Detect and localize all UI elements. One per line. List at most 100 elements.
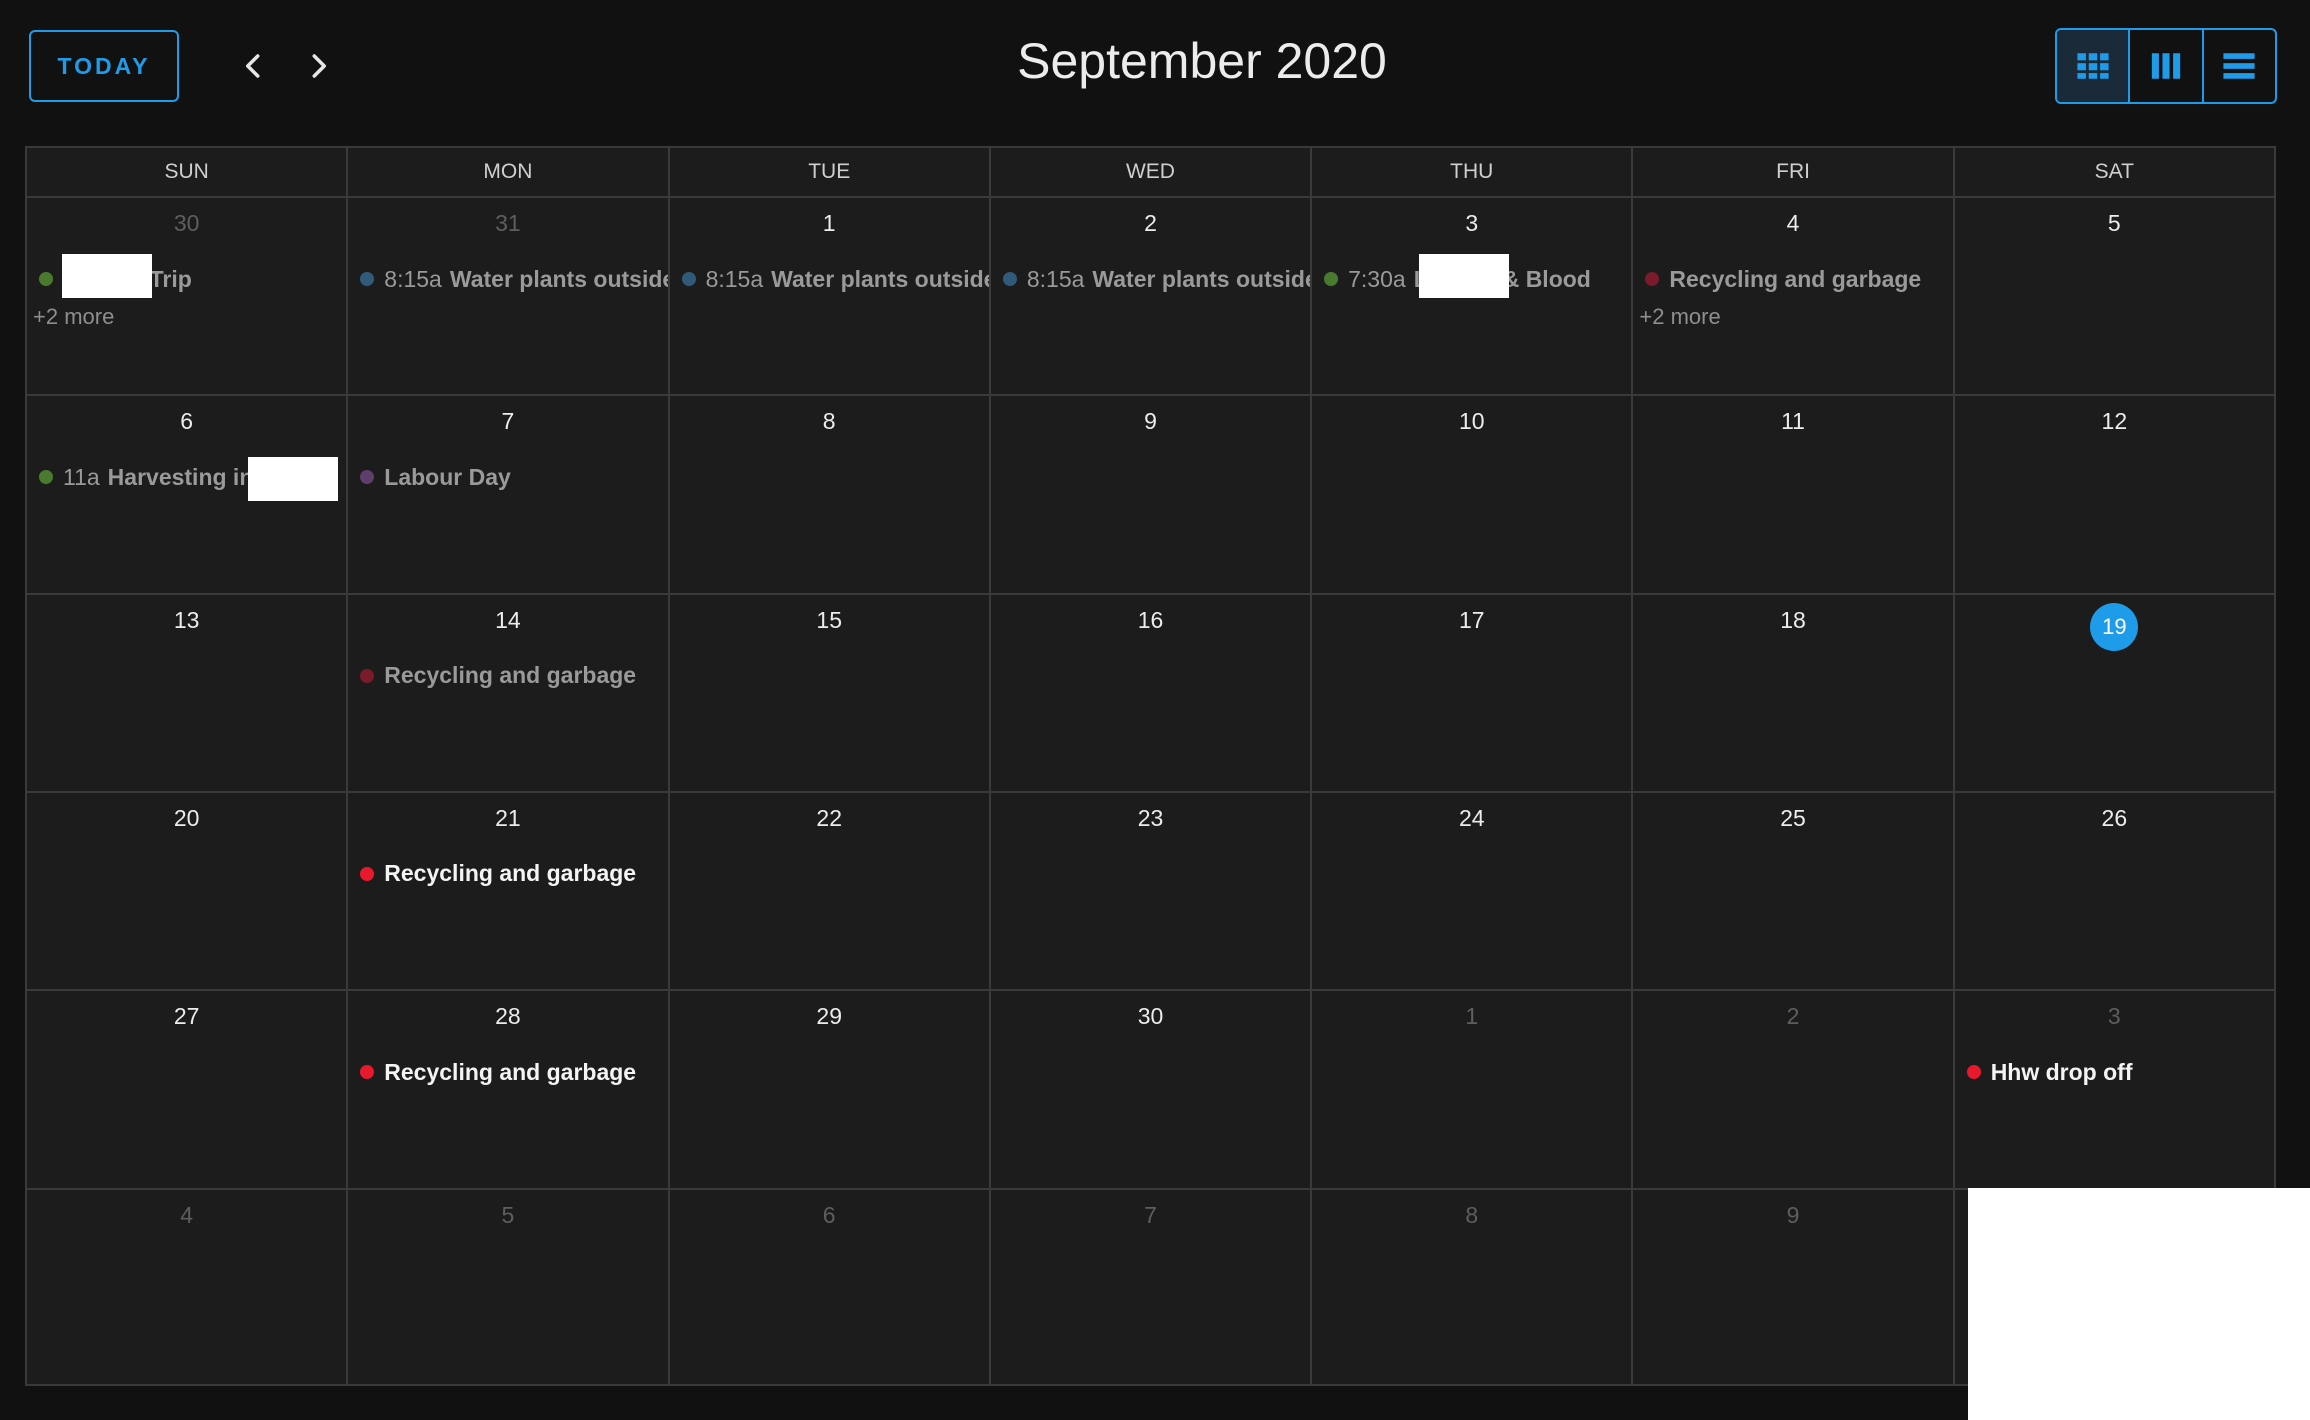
day-cell[interactable]: 17 — [1312, 594, 1634, 791]
day-number[interactable]: 21 — [348, 805, 667, 832]
day-cell[interactable]: 29 — [670, 991, 991, 1188]
day-number[interactable]: 9 — [991, 408, 1310, 435]
day-cell[interactable]: 24 — [1312, 792, 1634, 990]
day-cell[interactable]: 22 — [670, 792, 991, 990]
day-number[interactable]: 30 — [27, 210, 346, 237]
day-cell[interactable]: 10 — [1312, 396, 1634, 593]
day-number[interactable]: 13 — [27, 607, 346, 634]
day-number[interactable]: 22 — [670, 805, 989, 832]
day-cell[interactable]: 19 — [1955, 595, 2274, 791]
day-cell[interactable]: 8 — [1312, 1189, 1634, 1386]
more-events-link[interactable]: +2 more — [1639, 304, 1720, 330]
day-cell[interactable]: 4 Recycling and garbage +2 more — [1633, 198, 1955, 395]
day-number[interactable]: 18 — [1633, 607, 1952, 634]
day-cell[interactable]: 7 Labour Day — [348, 396, 670, 593]
event-color-dot-icon — [39, 470, 53, 485]
day-cell[interactable]: 2 8:15a Water plants outside — [991, 198, 1313, 395]
calendar-event[interactable]: Labour Day — [356, 460, 667, 494]
day-number[interactable]: 17 — [1312, 607, 1631, 634]
day-cell[interactable]: 1 — [1312, 991, 1634, 1188]
day-cell[interactable]: 5 — [1955, 198, 2274, 394]
day-number[interactable]: 31 — [348, 210, 667, 237]
day-cell[interactable]: 8 — [670, 396, 991, 593]
day-number[interactable]: 4 — [27, 1202, 346, 1229]
day-cell[interactable]: 21 Recycling and garbage — [348, 792, 670, 990]
day-number[interactable]: 12 — [1955, 408, 2274, 435]
today-date-badge[interactable]: 19 — [2090, 602, 2139, 651]
day-cell[interactable]: 6 — [670, 1189, 991, 1386]
day-number[interactable]: 1 — [1312, 1003, 1631, 1030]
day-number[interactable]: 15 — [670, 607, 989, 634]
day-cell[interactable]: 1 8:15a Water plants outside — [670, 198, 991, 395]
calendar-event[interactable]: 8:15a Water plants outside — [678, 262, 989, 296]
day-cell[interactable]: 5 — [348, 1189, 670, 1386]
day-number[interactable]: 16 — [991, 607, 1310, 634]
day-number[interactable]: 10 — [1312, 408, 1631, 435]
prev-month-button[interactable] — [228, 40, 280, 92]
day-cell[interactable]: 18 — [1633, 594, 1955, 791]
calendar-event[interactable]: Recycling and garbage — [356, 659, 667, 693]
day-number[interactable]: 3 — [1955, 1003, 2274, 1030]
day-cell[interactable]: 9 — [1633, 1189, 1955, 1386]
day-cell[interactable]: 14 Recycling and garbage — [348, 594, 670, 791]
day-number[interactable]: 6 — [27, 408, 346, 435]
event-time: 7:30a — [1348, 265, 1406, 292]
day-number[interactable]: 24 — [1312, 805, 1631, 832]
day-cell[interactable]: 7 — [991, 1189, 1313, 1386]
day-number[interactable]: 2 — [1633, 1003, 1952, 1030]
day-cell[interactable]: 16 — [991, 594, 1313, 791]
day-cell[interactable]: 25 — [1633, 792, 1955, 990]
day-number[interactable]: 5 — [348, 1202, 667, 1229]
day-number[interactable]: 30 — [991, 1003, 1310, 1030]
day-cell[interactable]: 3 Hhw drop off — [1955, 991, 2274, 1187]
today-button[interactable]: TODAY — [29, 30, 179, 102]
day-cell[interactable]: 2 — [1633, 991, 1955, 1188]
day-number[interactable]: 20 — [27, 805, 346, 832]
day-number[interactable]: 28 — [348, 1003, 667, 1030]
calendar-event[interactable]: 8:15a Water plants outside — [356, 262, 668, 296]
day-number[interactable]: 11 — [1633, 408, 1952, 435]
calendar-event[interactable]: Recycling and garbage — [356, 857, 667, 891]
day-number[interactable]: 26 — [1955, 805, 2274, 832]
day-cell[interactable]: 30 — [991, 991, 1313, 1188]
day-number[interactable]: 2 — [991, 210, 1310, 237]
day-cell[interactable]: 23 — [991, 792, 1313, 990]
week-view-button[interactable] — [2130, 30, 2204, 102]
day-cell[interactable]: 28 Recycling and garbage — [348, 991, 670, 1188]
day-number[interactable]: 1 — [670, 210, 989, 237]
day-cell[interactable]: 27 — [27, 991, 349, 1188]
list-view-button[interactable] — [2204, 30, 2275, 102]
day-cell[interactable]: 11 — [1633, 396, 1955, 593]
day-cell[interactable]: 15 — [670, 594, 991, 791]
day-number[interactable]: 6 — [670, 1202, 989, 1229]
calendar-event[interactable]: Recycling and garbage — [1641, 262, 1952, 296]
day-number[interactable]: 7 — [348, 408, 667, 435]
day-number[interactable]: 3 — [1312, 210, 1631, 237]
day-cell[interactable]: 12 — [1955, 396, 2274, 592]
event-title: Trip — [149, 265, 192, 292]
day-number[interactable]: 27 — [27, 1003, 346, 1030]
day-number[interactable]: 25 — [1633, 805, 1952, 832]
event-title: Recycling and garbage — [384, 860, 637, 887]
day-number[interactable]: 5 — [1955, 210, 2274, 237]
day-cell[interactable]: 13 — [27, 594, 349, 791]
day-number[interactable]: 4 — [1633, 210, 1952, 237]
day-cell[interactable]: 20 — [27, 792, 349, 990]
calendar-event[interactable]: Recycling and garbage — [356, 1055, 667, 1089]
month-view-button[interactable] — [2057, 30, 2131, 102]
day-cell[interactable]: 9 — [991, 396, 1313, 593]
day-number[interactable]: 7 — [991, 1202, 1310, 1229]
day-number[interactable]: 29 — [670, 1003, 989, 1030]
day-cell[interactable]: 26 — [1955, 793, 2274, 989]
calendar-event[interactable]: Hhw drop off — [1963, 1055, 2274, 1089]
day-number[interactable]: 9 — [1633, 1202, 1952, 1229]
more-events-link[interactable]: +2 more — [33, 304, 114, 330]
day-number[interactable]: 14 — [348, 607, 667, 634]
day-number[interactable]: 8 — [670, 408, 989, 435]
day-cell[interactable]: 4 — [27, 1189, 349, 1386]
day-number[interactable]: 8 — [1312, 1202, 1631, 1229]
calendar-event[interactable]: 8:15a Water plants outside — [999, 262, 1310, 296]
day-cell[interactable]: 31 8:15a Water plants outside — [348, 198, 670, 395]
day-number[interactable]: 23 — [991, 805, 1310, 832]
next-month-button[interactable] — [292, 40, 344, 92]
